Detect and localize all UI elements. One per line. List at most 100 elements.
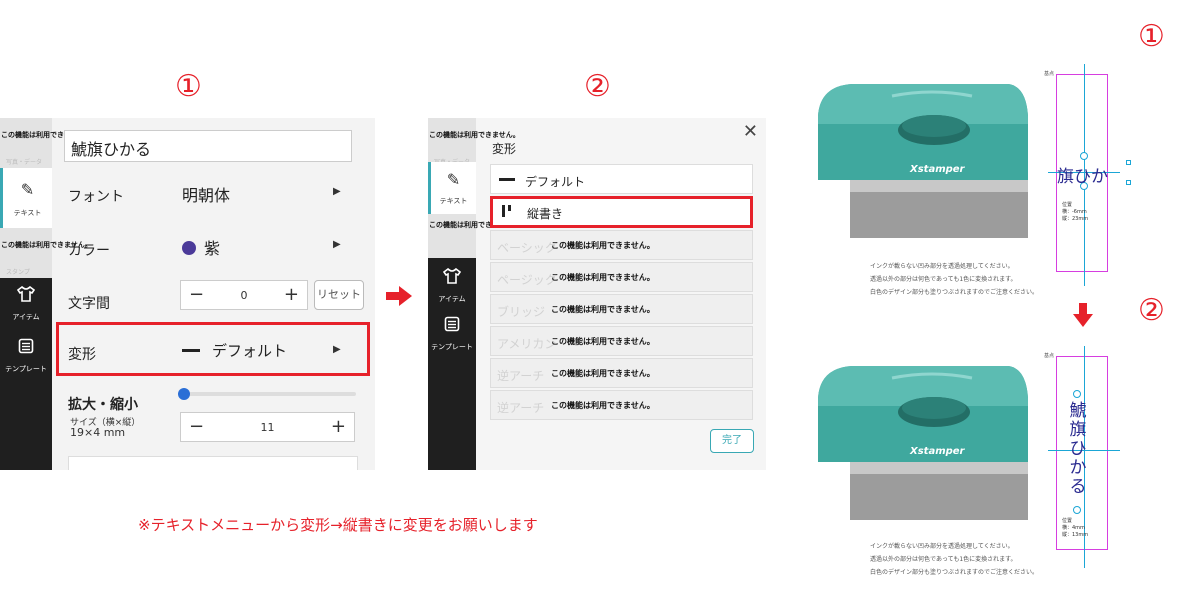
stamp-note-after: インクが載らない凹み部分を透過処理してください。 透過以外の部分は何色であっても…: [870, 540, 1038, 579]
stamp-note-line: 白色のデザイン部分も塗りつぶされますのでご注意ください。: [870, 289, 1039, 296]
option-ghost-label: アメリカン: [497, 337, 557, 351]
option-ghost-label: ベーシック: [497, 241, 557, 255]
stamp-note-line: 透過以外の部分は何色であっても1色に変換されます。: [870, 556, 1017, 563]
template-icon: [428, 316, 476, 337]
option-disabled: アメリカン この機能は利用できません。: [490, 326, 753, 356]
disabled-notice: この機能は利用できません。: [551, 369, 655, 378]
position-title: 位置: [1062, 202, 1073, 208]
disabled-notice: この機能は利用できません。: [551, 273, 655, 282]
panel-bottom-field: [68, 456, 358, 470]
close-icon[interactable]: ✕: [743, 121, 758, 142]
shirt-icon: [428, 267, 476, 289]
text-settings-panel: この機能は利用できません。 写真・データ ✎ テキスト この機能は利用できません…: [0, 118, 375, 470]
spacing-stepper[interactable]: − 0 +: [180, 280, 308, 310]
size-value: 19×4 mm: [70, 426, 126, 439]
position-info-after: 位置 横：4mm 縦：13mm: [1062, 518, 1088, 539]
option-default[interactable]: デフォルト: [490, 164, 753, 194]
plus-icon[interactable]: +: [284, 284, 299, 305]
preview-char: る: [1069, 477, 1087, 497]
position-info-before: 位置 横：-6mm 縦：23mm: [1062, 202, 1088, 223]
pen-icon: ✎: [446, 170, 461, 189]
size-info: サイズ（横×縦） 19×4 mm: [70, 418, 140, 438]
reset-button[interactable]: リセット: [314, 280, 364, 310]
sidebar-item-item[interactable]: アイテム: [0, 280, 52, 332]
position-v: 縦：13mm: [1062, 532, 1089, 538]
sidebar-item-label: アイテム: [12, 313, 40, 321]
scale-stepper[interactable]: − 11 +: [180, 412, 355, 442]
default-line-icon: [499, 178, 515, 181]
preview-char: 旗: [1069, 420, 1087, 440]
sidebar-item-label: テキスト: [13, 209, 42, 217]
spacing-label: 文字間: [68, 296, 110, 312]
option-ghost-label: ブリッジ: [497, 305, 546, 319]
rotate-handle[interactable]: [1080, 152, 1088, 160]
selection-handle[interactable]: [1126, 180, 1131, 185]
scale-value: 11: [260, 421, 275, 434]
disabled-notice: この機能は利用できません。: [551, 337, 655, 346]
stamp-brand: Xstamper: [909, 164, 966, 175]
preview-char: か: [1069, 458, 1087, 478]
selection-handle[interactable]: [1126, 160, 1131, 165]
text-input[interactable]: 鯱旗ひかる: [64, 130, 352, 162]
color-label: カラー: [68, 243, 110, 259]
stamp-note-line: インクが載らない凹み部分を透過処理してください。: [870, 543, 1014, 550]
scale-slider-thumb[interactable]: [178, 388, 190, 400]
dialog-title: 変形: [492, 142, 517, 156]
sidebar-item-label: テンプレート: [431, 343, 473, 351]
sidebar-item-item[interactable]: アイテム: [428, 262, 476, 314]
step-two-marker: ②: [584, 69, 611, 104]
transform-dialog: この機能は利用できません。 写真・データ ✎ テキスト この機能は利用できません…: [428, 118, 766, 470]
stamp-note-line: 透過以外の部分は何色であっても1色に変換されます。: [870, 276, 1017, 283]
option-disabled: ブリッジ この機能は利用できません。: [490, 294, 753, 324]
disabled-notice: この機能は利用できません。: [551, 305, 655, 314]
sidebar-item-label: テンプレート: [5, 365, 47, 373]
rotate-handle[interactable]: [1073, 390, 1081, 398]
origin-label: 基点: [1044, 71, 1055, 77]
sidebar-item-photo: この機能は利用できません。 写真・データ: [428, 118, 520, 168]
stamp-image-before: Xstamper: [818, 84, 1028, 238]
arrow-right-icon: [386, 286, 412, 306]
preview-char: ひ: [1069, 439, 1087, 459]
transform-highlight: [56, 322, 370, 376]
sidebar-item-text[interactable]: ✎ テキスト: [428, 162, 476, 214]
sidebar-item-text[interactable]: ✎ テキスト: [0, 168, 52, 228]
done-button[interactable]: 完了: [710, 429, 754, 453]
resize-handle[interactable]: [1073, 506, 1081, 514]
sidebar-item-stamp: この機能は利用できません。 スタンプ: [0, 228, 92, 278]
option-vertical[interactable]: 縦書き: [490, 196, 753, 228]
position-h: 横：4mm: [1062, 525, 1085, 531]
sidebar-item-stamp: この機能は利用できません。: [428, 214, 520, 258]
option-ghost-label: 逆アーチ: [497, 401, 545, 415]
sidebar-item-template[interactable]: テンプレート: [0, 332, 52, 384]
stamp-note-line: 白色のデザイン部分も塗りつぶされますのでご注意ください。: [870, 569, 1039, 576]
disabled-notice: この機能は利用できません。: [551, 241, 655, 250]
color-value: 紫: [204, 239, 221, 258]
position-v: 縦：23mm: [1062, 216, 1089, 222]
stamp-before-marker: ①: [1138, 19, 1165, 54]
step-one-marker: ①: [175, 69, 202, 104]
stamp-after-marker: ②: [1138, 293, 1165, 328]
pen-icon: ✎: [20, 180, 35, 199]
font-value[interactable]: 明朝体: [182, 182, 230, 206]
font-label: フォント: [68, 189, 124, 205]
sidebar-ghost-label: 写真・データ: [6, 159, 43, 166]
scale-label: 拡大・縮小: [68, 397, 138, 413]
plus-icon[interactable]: +: [331, 416, 346, 437]
option-disabled: ベーシック この機能は利用できません。: [490, 230, 753, 260]
sidebar-item-photo: この機能は利用できません。 写真・データ: [0, 118, 92, 168]
scale-slider[interactable]: [184, 392, 356, 396]
option-disabled: 逆アーチ この機能は利用できません。: [490, 390, 753, 420]
stamp-image-after: Xstamper: [818, 366, 1028, 520]
font-arrow-icon[interactable]: ▶: [333, 186, 341, 197]
preview-text-vertical: 鯱 旗 ひ か る: [1068, 402, 1088, 497]
option-disabled: ページック この機能は利用できません。: [490, 262, 753, 292]
sidebar-item-template[interactable]: テンプレート: [428, 310, 476, 362]
color-value-row[interactable]: 紫: [182, 235, 220, 259]
option-label: デフォルト: [525, 175, 586, 189]
color-arrow-icon[interactable]: ▶: [333, 239, 341, 250]
stamp-note-line: インクが載らない凹み部分を透過処理してください。: [870, 263, 1014, 270]
sidebar: この機能は利用できません。 写真・データ ✎ テキスト この機能は利用できません…: [428, 118, 520, 470]
stamp-brand: Xstamper: [909, 446, 966, 457]
instruction-text: ※テキストメニューから変形→縦書きに変更をお願いします: [138, 516, 538, 534]
stamp-note-before: インクが載らない凹み部分を透過処理してください。 透過以外の部分は何色であっても…: [870, 260, 1038, 299]
